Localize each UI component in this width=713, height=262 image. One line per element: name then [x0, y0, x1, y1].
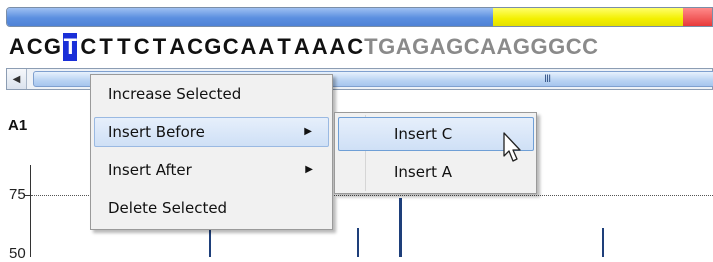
base[interactable]: T	[97, 33, 115, 61]
base[interactable]: A	[329, 33, 347, 61]
base[interactable]: A	[168, 33, 186, 61]
y-tick-label: 75	[9, 186, 26, 203]
base[interactable]: A	[257, 33, 275, 61]
quality-bar-medium	[493, 8, 683, 26]
submenu-item-label: Insert C	[394, 125, 453, 143]
base[interactable]: A	[293, 33, 311, 61]
trace-label: A1	[8, 117, 28, 134]
menu-item-insert-after[interactable]: Insert After ▶	[94, 155, 329, 185]
base[interactable]: T	[115, 33, 133, 61]
quality-bar-high	[7, 8, 493, 26]
base[interactable]: C	[133, 33, 151, 61]
menu-item-label: Insert After	[108, 161, 192, 179]
sequence-faded-tail[interactable]: TGAGAGCAAGGGCC	[364, 34, 598, 59]
menu-item-delete-selected[interactable]: Delete Selected	[94, 193, 329, 223]
submenu-arrow-icon: ▶	[304, 126, 312, 137]
base[interactable]: A	[240, 33, 258, 61]
base[interactable]: C	[79, 33, 97, 61]
base[interactable]: T	[275, 33, 293, 61]
trace-peak	[209, 228, 211, 257]
submenu-arrow-icon: ▶	[305, 164, 313, 175]
scroll-grip: III	[544, 73, 551, 85]
base[interactable]: A	[8, 33, 26, 61]
trace-peak	[602, 228, 604, 257]
arrow-left-icon: ◀	[12, 73, 21, 85]
menu-item-insert-before[interactable]: Insert Before ▶	[94, 117, 329, 147]
sequence-row[interactable]: ACG T C T T C T ACGCAA T AAACTGAGAGCAAGGGCC	[8, 33, 598, 61]
context-menu: Increase Selected Insert Before ▶ Insert…	[90, 74, 333, 230]
quality-bar-low	[683, 8, 712, 26]
y-tick-label: 50	[9, 245, 26, 262]
submenu-item-label: Insert A	[394, 163, 453, 181]
base[interactable]: A	[311, 33, 329, 61]
scroll-left-button[interactable]: ◀	[7, 69, 27, 89]
menu-item-label: Increase Selected	[108, 85, 242, 103]
menu-item-increase-selected[interactable]: Increase Selected	[94, 79, 329, 109]
trace-peak	[399, 198, 402, 257]
base[interactable]: C	[26, 33, 44, 61]
y-axis	[30, 165, 31, 257]
base[interactable]: T	[151, 33, 169, 61]
base[interactable]: G	[44, 33, 62, 61]
selected-base[interactable]: T	[63, 33, 78, 61]
menu-item-label: Insert Before	[108, 123, 205, 141]
base[interactable]: C	[186, 33, 204, 61]
base[interactable]: G	[204, 33, 222, 61]
quality-bar	[6, 7, 713, 27]
trace-peak	[357, 228, 359, 257]
mouse-pointer-icon	[503, 132, 521, 162]
menu-item-label: Delete Selected	[108, 199, 228, 217]
base[interactable]: C	[222, 33, 240, 61]
base[interactable]: C	[346, 33, 364, 61]
